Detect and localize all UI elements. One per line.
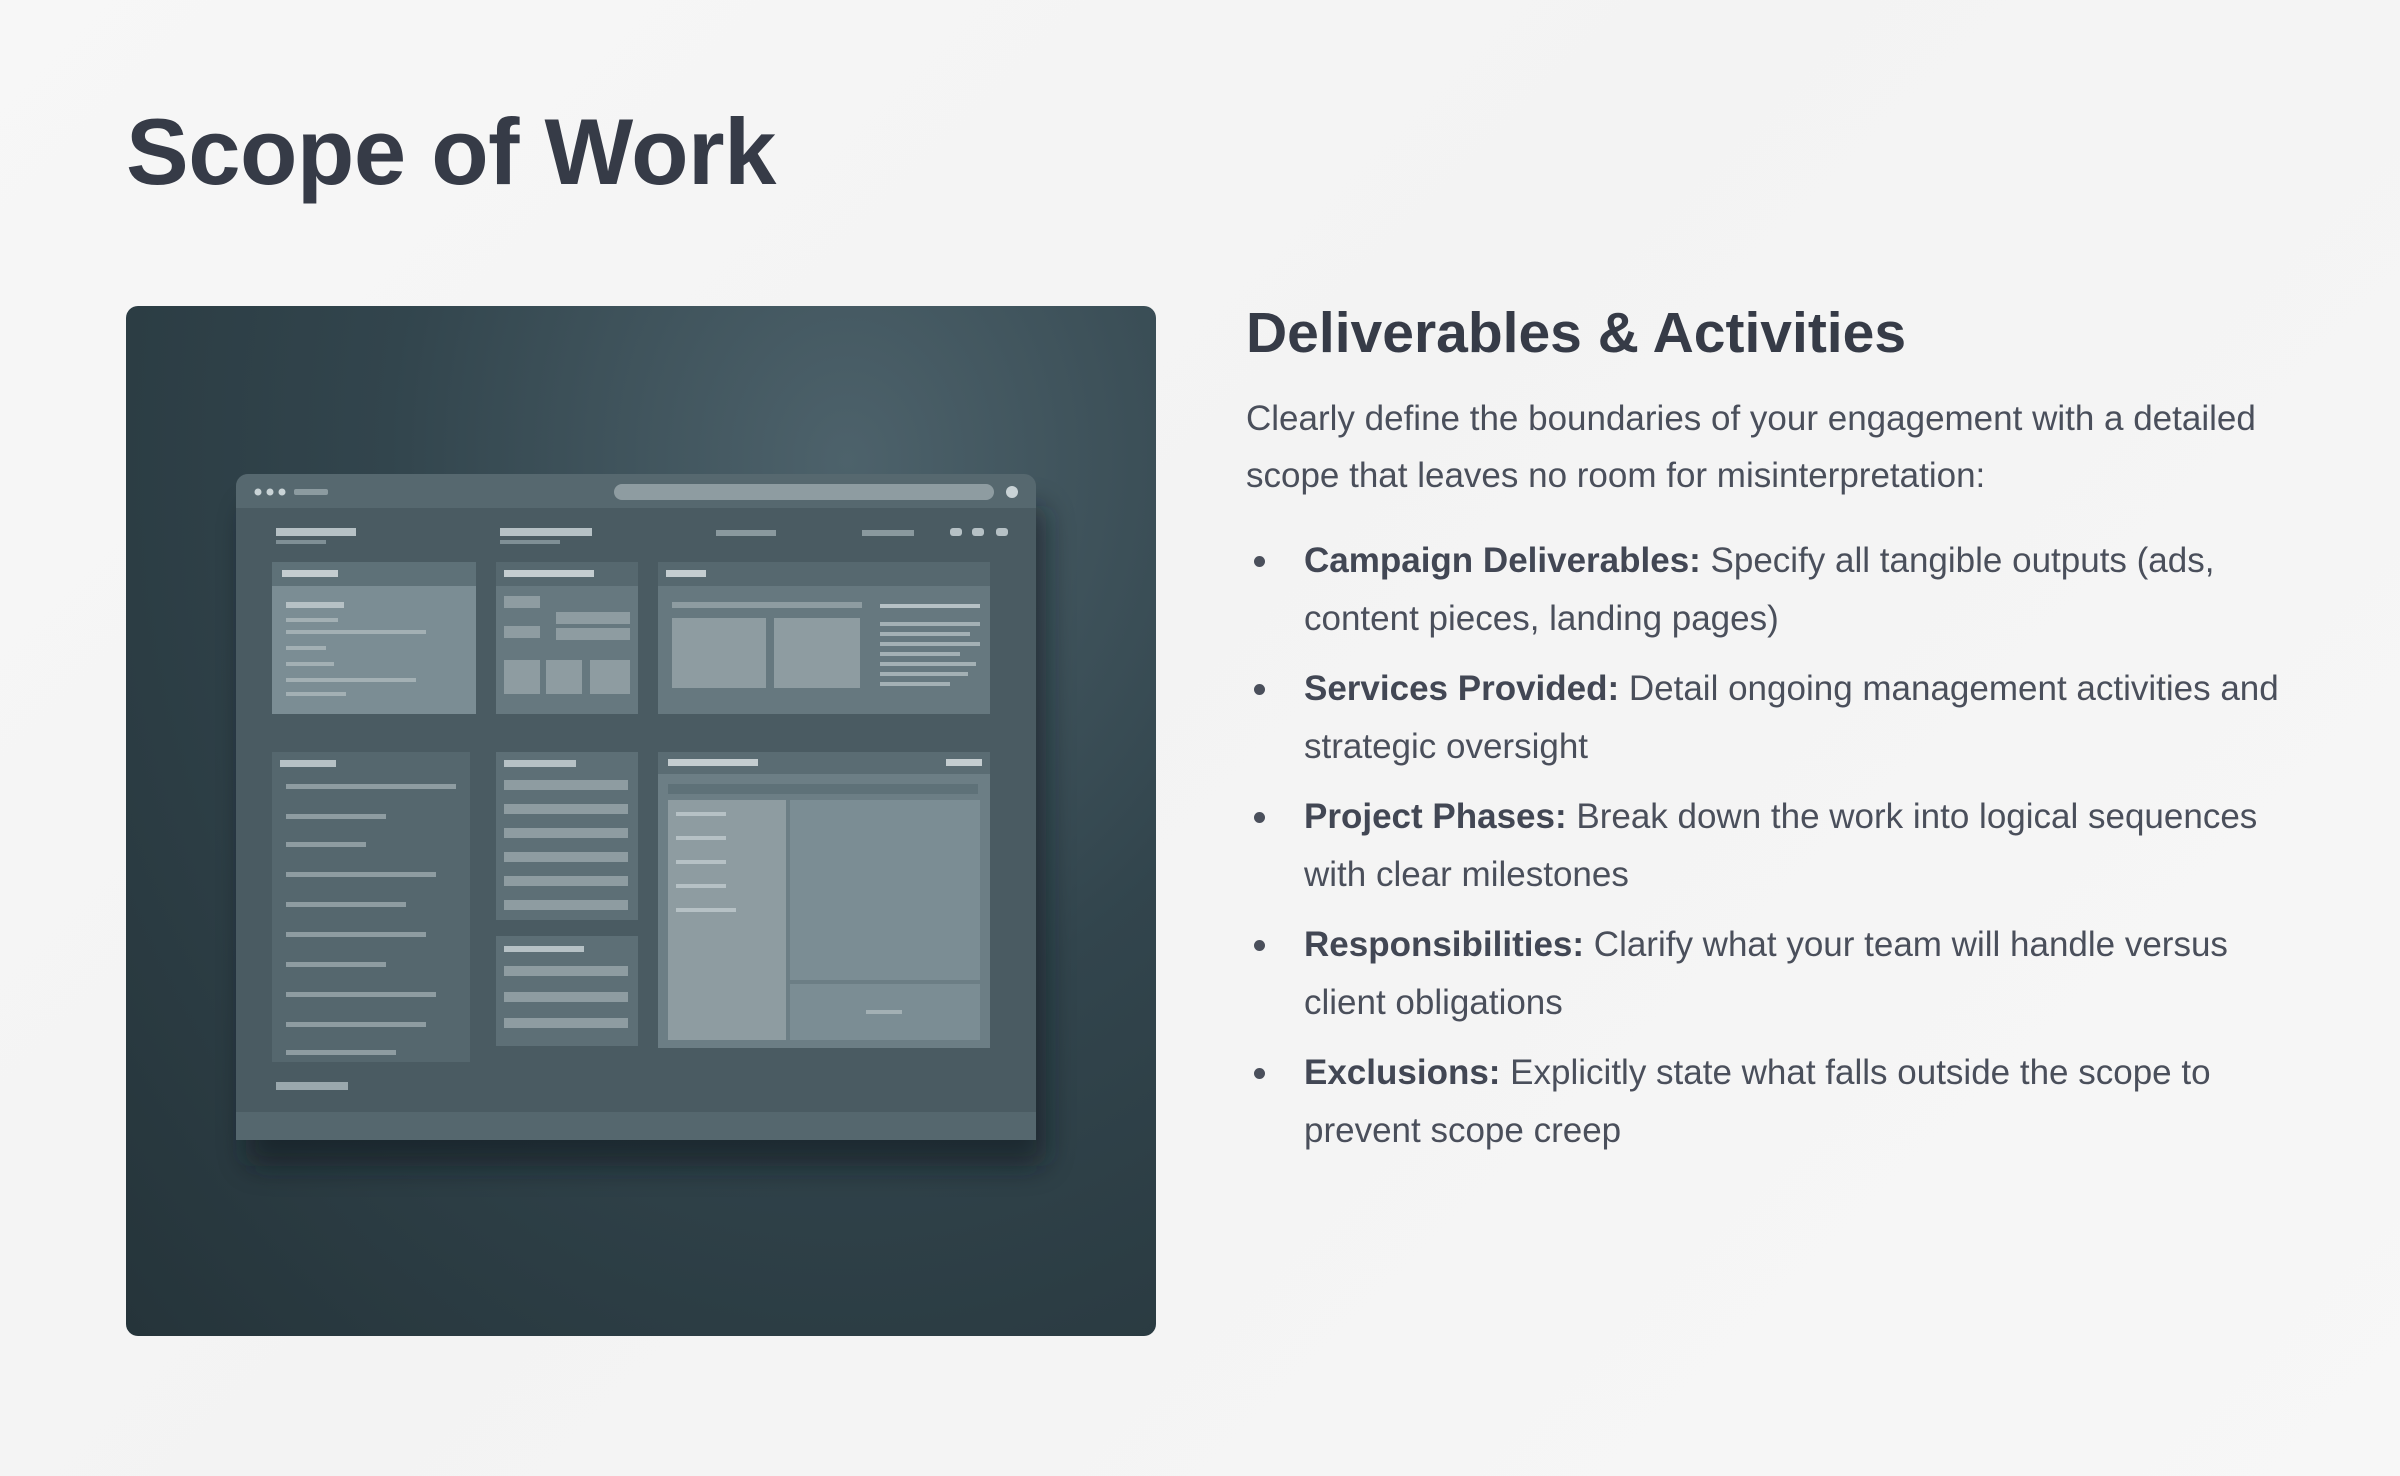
list-item-responsibilities: Responsibilities: Clarify what your team…	[1246, 916, 2296, 1032]
slide-title: Scope of Work	[126, 99, 776, 204]
list-item-campaign-deliverables: Campaign Deliverables: Specify all tangi…	[1246, 532, 2296, 648]
intro-paragraph: Clearly define the boundaries of your en…	[1246, 399, 2256, 496]
content-column: Deliverables & Activities Clearly define…	[1246, 296, 2296, 1172]
bullet-dot-icon	[1254, 812, 1265, 824]
bullet-dot-icon	[1254, 556, 1265, 568]
bullet-dot-icon	[1254, 1068, 1265, 1080]
bullet-term: Responsibilities:	[1304, 925, 1585, 965]
deliverables-list: Campaign Deliverables: Specify all tangi…	[1246, 532, 2296, 1160]
section-heading: Deliverables & Activities	[1246, 301, 1907, 365]
list-item-exclusions: Exclusions: Explicitly state what falls …	[1246, 1044, 2296, 1160]
list-item-project-phases: Project Phases: Break down the work into…	[1246, 788, 2296, 904]
bullet-dot-icon	[1254, 684, 1265, 696]
bullet-term: Project Phases:	[1304, 797, 1567, 837]
bullet-term: Services Provided:	[1304, 669, 1620, 709]
bullet-term: Exclusions:	[1304, 1053, 1501, 1093]
bullet-dot-icon	[1254, 940, 1265, 952]
dashboard-illustration	[126, 306, 1156, 1336]
dashboard-mockup-image	[236, 474, 1046, 1166]
list-item-services-provided: Services Provided: Detail ongoing manage…	[1246, 660, 2296, 776]
bullet-term: Campaign Deliverables:	[1304, 541, 1701, 581]
